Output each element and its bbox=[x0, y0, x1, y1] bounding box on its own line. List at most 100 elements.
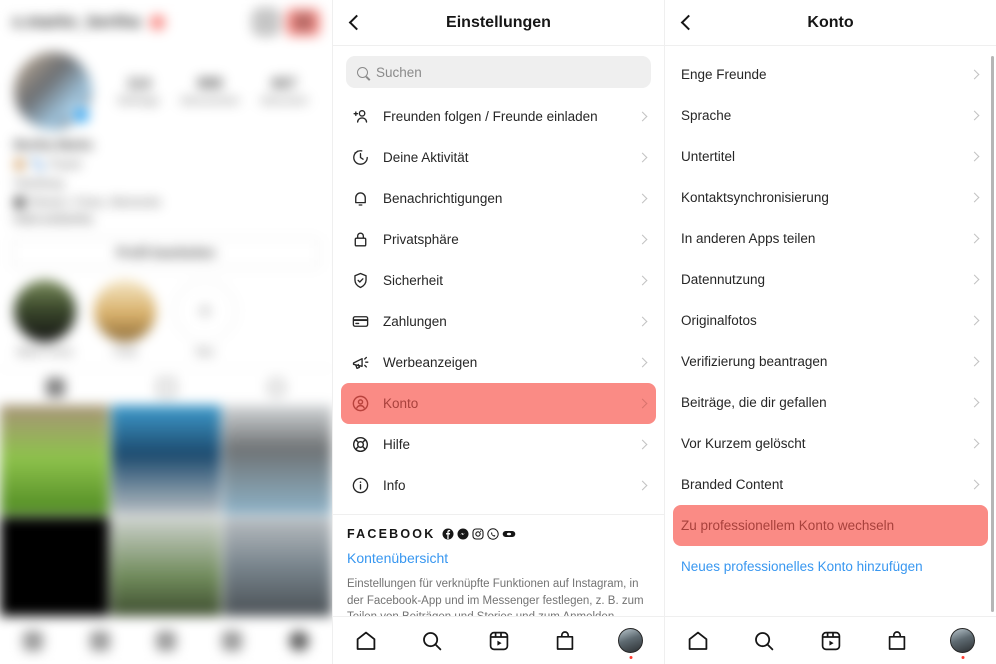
search-icon bbox=[423, 631, 442, 650]
chevron-right-icon bbox=[969, 151, 980, 162]
tagged-tab[interactable] bbox=[221, 369, 332, 405]
settings-item-deine-aktivitaet[interactable]: Deine Aktivität bbox=[341, 137, 656, 178]
account-body: Enge Freunde Sprache Untertitel Kontakts… bbox=[665, 46, 996, 616]
nav-reels[interactable] bbox=[465, 629, 531, 653]
grid-photo[interactable] bbox=[0, 405, 110, 515]
account-item-branded-content[interactable]: Branded Content bbox=[673, 464, 988, 505]
edit-profile-button[interactable]: Profil bearbeiten bbox=[12, 238, 320, 268]
settings-item-benachrichtigungen[interactable]: Benachrichtigungen bbox=[341, 178, 656, 219]
account-item-label: Kontaktsynchronisierung bbox=[681, 190, 829, 205]
grid-photo[interactable] bbox=[111, 517, 221, 627]
nav-search[interactable] bbox=[731, 629, 797, 653]
search-input[interactable]: Suchen bbox=[346, 56, 651, 88]
stat-following[interactable]: 667 Abonniert bbox=[260, 75, 307, 107]
settings-item-werbeanzeigen[interactable]: Werbeanzeigen bbox=[341, 342, 656, 383]
account-item-datennutzung[interactable]: Datennutzung bbox=[673, 259, 988, 300]
lifebuoy-icon bbox=[349, 435, 371, 454]
info-circle-icon bbox=[349, 476, 371, 495]
settings-item-info[interactable]: Info bbox=[341, 465, 656, 506]
profile-username: x.marks_bertha bbox=[12, 12, 141, 31]
settings-item-freunden-folgen[interactable]: Freunden folgen / Freunde einladen bbox=[341, 96, 656, 137]
nav-home[interactable] bbox=[333, 629, 399, 653]
account-item-beitraege-die-dir-gefallen[interactable]: Beiträge, die dir gefallen bbox=[673, 382, 988, 423]
account-item-in-anderen-apps-teilen[interactable]: In anderen Apps teilen bbox=[673, 218, 988, 259]
nav-reels[interactable] bbox=[797, 629, 863, 653]
accounts-center-link[interactable]: Kontenübersicht bbox=[347, 550, 650, 566]
account-item-label: Branded Content bbox=[681, 477, 784, 492]
account-item-enge-freunde[interactable]: Enge Freunde bbox=[673, 54, 988, 95]
paw-emoji-icon bbox=[14, 158, 25, 170]
nav-shop[interactable] bbox=[199, 630, 265, 651]
settings-item-konto[interactable]: Konto bbox=[341, 383, 656, 424]
hamburger-menu-icon[interactable] bbox=[286, 8, 320, 36]
back-button[interactable] bbox=[665, 0, 711, 46]
search-placeholder: Suchen bbox=[376, 64, 422, 80]
account-item-originalfotos[interactable]: Originalfotos bbox=[673, 300, 988, 341]
chevron-right-icon bbox=[969, 397, 980, 408]
bio-line-2-text: Hamburg bbox=[14, 176, 64, 190]
facebook-section: FACEBOOK Kontenübersicht Einstellungen f… bbox=[333, 515, 664, 616]
grid-photo[interactable] bbox=[222, 517, 332, 627]
stat-label: Abonnenten bbox=[180, 95, 240, 107]
nav-profile[interactable] bbox=[266, 630, 332, 651]
highlight-item[interactable]: Food bbox=[94, 280, 156, 358]
settings-body: Suchen Freunden folgen / Freunde einlade… bbox=[333, 46, 664, 616]
bio-link[interactable]: linktr.ee/bertha bbox=[14, 212, 318, 226]
profile-avatar bbox=[618, 628, 644, 653]
facebook-icon bbox=[442, 528, 454, 540]
settings-item-sicherheit[interactable]: Sicherheit bbox=[341, 260, 656, 301]
account-item-verifizierung-beantragen[interactable]: Verifizierung beantragen bbox=[673, 341, 988, 382]
bell-icon bbox=[349, 189, 371, 208]
plus-icon: + bbox=[174, 280, 236, 342]
nav-reels[interactable] bbox=[133, 630, 199, 651]
highlight-item[interactable]: Black Forest bbox=[14, 280, 76, 358]
grid-photo[interactable] bbox=[0, 517, 110, 627]
nav-profile[interactable] bbox=[598, 628, 664, 653]
settings-item-privatsphaere[interactable]: Privatsphäre bbox=[341, 219, 656, 260]
settings-item-hilfe[interactable]: Hilfe bbox=[341, 424, 656, 465]
stat-followers[interactable]: 888 Abonnenten bbox=[180, 75, 239, 107]
photo-grid bbox=[0, 405, 332, 627]
stat-posts[interactable]: 114 Beiträge bbox=[118, 75, 159, 107]
reels-icon bbox=[156, 630, 177, 651]
nav-shop[interactable] bbox=[864, 629, 930, 653]
chevron-right-icon bbox=[969, 192, 980, 203]
add-person-icon bbox=[349, 107, 371, 126]
grid-photo[interactable] bbox=[222, 405, 332, 515]
settings-item-label: Deine Aktivität bbox=[383, 150, 469, 165]
shop-icon bbox=[222, 630, 243, 651]
bio-line-3-text: Reisen, Fotos, Momente bbox=[30, 195, 161, 209]
account-item-zu-professionellem-konto-wechseln[interactable]: Zu professionellem Konto wechseln bbox=[673, 505, 988, 546]
nav-shop[interactable] bbox=[532, 629, 598, 653]
grid-tab[interactable] bbox=[0, 369, 111, 405]
new-highlight-button[interactable]: + Neu bbox=[174, 280, 236, 358]
messenger-icon bbox=[457, 528, 469, 540]
vertical-scrollbar[interactable] bbox=[991, 56, 994, 612]
account-item-neues-professionelles-konto-hinzufuegen[interactable]: Neues professionelles Konto hinzufügen bbox=[673, 546, 988, 587]
add-post-icon[interactable] bbox=[254, 10, 278, 34]
reels-tab[interactable] bbox=[111, 369, 222, 405]
avatar[interactable] bbox=[14, 52, 92, 130]
back-button[interactable] bbox=[333, 0, 379, 46]
account-item-sprache[interactable]: Sprache bbox=[673, 95, 988, 136]
grid-photo[interactable] bbox=[111, 405, 221, 515]
account-item-vor-kurzem-geloescht[interactable]: Vor Kurzem gelöscht bbox=[673, 423, 988, 464]
nav-home[interactable] bbox=[665, 629, 731, 653]
grid-icon bbox=[46, 378, 64, 396]
pin-emoji-icon bbox=[14, 196, 25, 208]
home-icon bbox=[356, 631, 376, 650]
nav-profile[interactable] bbox=[930, 628, 996, 653]
nav-home[interactable] bbox=[0, 630, 66, 651]
nav-search[interactable] bbox=[66, 630, 132, 651]
nav-search[interactable] bbox=[399, 629, 465, 653]
settings-item-label: Konto bbox=[383, 396, 419, 411]
highlight-thumb bbox=[94, 280, 156, 342]
chevron-right-icon bbox=[637, 316, 648, 327]
stat-label: Abonniert bbox=[260, 95, 308, 107]
settings-item-label: Benachrichtigungen bbox=[383, 191, 503, 206]
account-item-label: In anderen Apps teilen bbox=[681, 231, 816, 246]
settings-item-zahlungen[interactable]: Zahlungen bbox=[341, 301, 656, 342]
profile-summary: 114 Beiträge 888 Abonnenten 667 Abonnier… bbox=[0, 44, 332, 130]
account-item-untertitel[interactable]: Untertitel bbox=[673, 136, 988, 177]
account-item-kontaktsynchronisierung[interactable]: Kontaktsynchronisierung bbox=[673, 177, 988, 218]
